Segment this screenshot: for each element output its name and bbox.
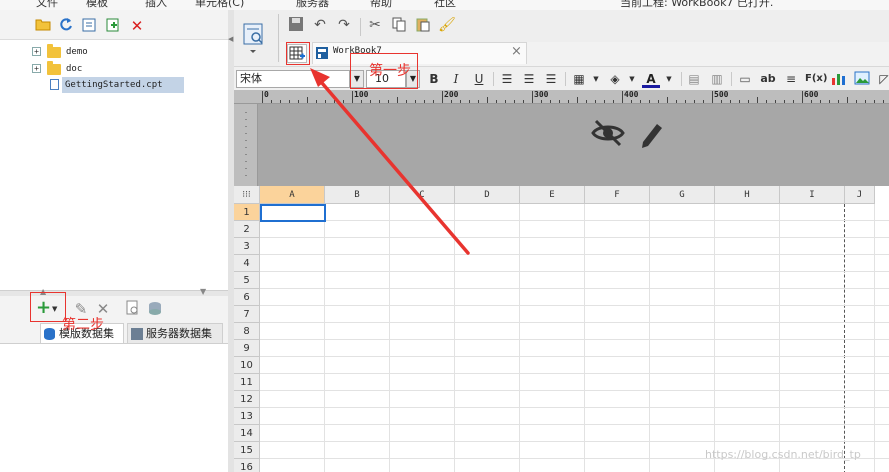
watermark: https://blog.csdn.net/bird_tp — [705, 448, 861, 461]
annotation-arrow — [310, 68, 470, 255]
